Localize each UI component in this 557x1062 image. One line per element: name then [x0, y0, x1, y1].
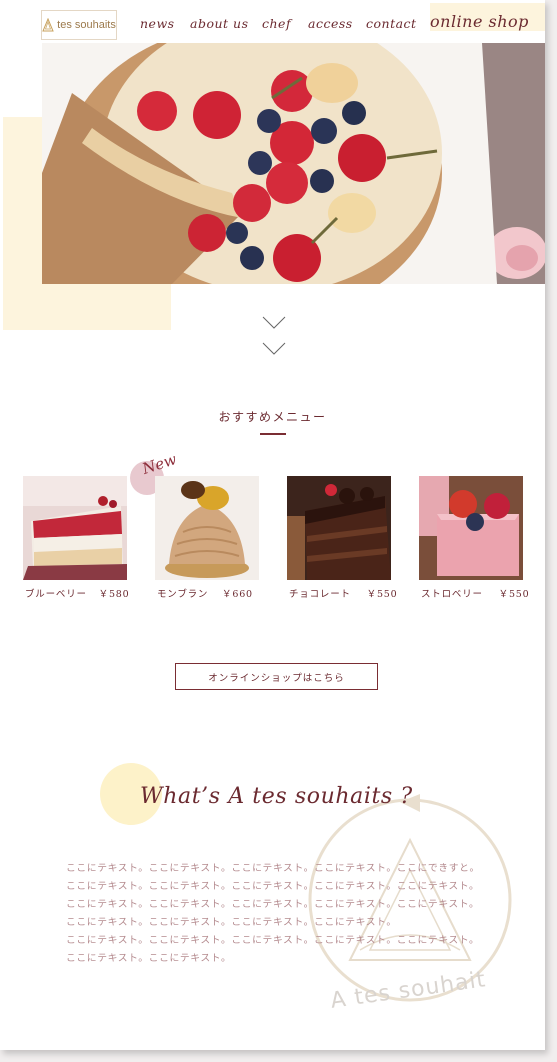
chocolate-cake-image [287, 476, 391, 580]
recommend-title: おすすめメニュー [218, 410, 327, 424]
about-line: ここにテキスト。ここにテキスト。ここにテキスト。ここにテキスト。ここにテキスト。 [66, 881, 480, 892]
nav-about-us[interactable]: about us [190, 16, 249, 31]
title-underline [260, 433, 286, 435]
montblanc-image [155, 476, 259, 580]
about-body: ここにテキスト。ここにテキスト。ここにテキスト。ここにテキスト。ここにできすと。… [66, 860, 506, 968]
about-line: ここにテキスト。ここにテキスト。ここにテキスト。ここにテキスト。ここにテキスト。 [66, 899, 480, 910]
blueberry-cake-photo-icon [23, 476, 127, 580]
logo[interactable]: tes souhaits [41, 10, 117, 40]
menu-price: ￥580 [98, 589, 130, 600]
about-line: ここにテキスト。ここにテキスト。 [66, 953, 232, 964]
about-line: ここにテキスト。ここにテキスト。ここにテキスト。ここにテキスト。ここにテキスト。 [66, 935, 480, 946]
menu-name: ブルーベリー [25, 589, 87, 600]
strawberry-cake-photo-icon [419, 476, 523, 580]
menu-name: チョコレート [289, 589, 351, 600]
blueberry-cake-image [23, 476, 127, 580]
menu-card-montblanc[interactable]: モンブラン ￥660 [155, 476, 259, 600]
menu-card-blueberry[interactable]: ブルーベリー ￥580 [23, 476, 129, 600]
cheesecake-photo-icon [42, 43, 545, 284]
menu-card-chocolate[interactable]: チョコレート ￥550 [287, 476, 397, 600]
menu-price: ￥550 [366, 589, 398, 600]
logo-text: tes souhaits [57, 19, 116, 31]
hero-image [42, 43, 545, 284]
chevron-down-icon[interactable] [262, 342, 286, 356]
nav-contact[interactable]: contact [366, 16, 417, 31]
about-line: ここにテキスト。ここにテキスト。ここにテキスト。ここにテキスト。 [66, 917, 397, 928]
menu-name: ストロベリー [421, 589, 483, 600]
strawberry-cake-image [419, 476, 523, 580]
menu-card-strawberry[interactable]: ストロベリー ￥550 [419, 476, 529, 600]
montblanc-photo-icon [155, 476, 259, 580]
about-title: What’s A tes souhaits ? [140, 784, 413, 809]
about-line: ここにテキスト。ここにテキスト。ここにテキスト。ここにテキスト。ここにできすと。 [66, 863, 480, 874]
menu-price: ￥550 [498, 589, 530, 600]
online-shop-link[interactable]: online shop [430, 12, 529, 31]
logo-mark-icon [42, 18, 54, 32]
menu-name: モンブラン [157, 589, 209, 600]
nav-access[interactable]: access [308, 16, 353, 31]
page: tes souhaits news about us chef access c… [0, 0, 545, 1050]
chocolate-cake-photo-icon [287, 476, 391, 580]
online-shop-button[interactable]: オンラインショップはこちら [175, 663, 378, 690]
menu-price: ￥660 [222, 589, 253, 600]
chevron-down-icon[interactable] [262, 316, 286, 330]
nav-news[interactable]: news [140, 16, 175, 31]
nav-chef[interactable]: chef [262, 16, 291, 31]
